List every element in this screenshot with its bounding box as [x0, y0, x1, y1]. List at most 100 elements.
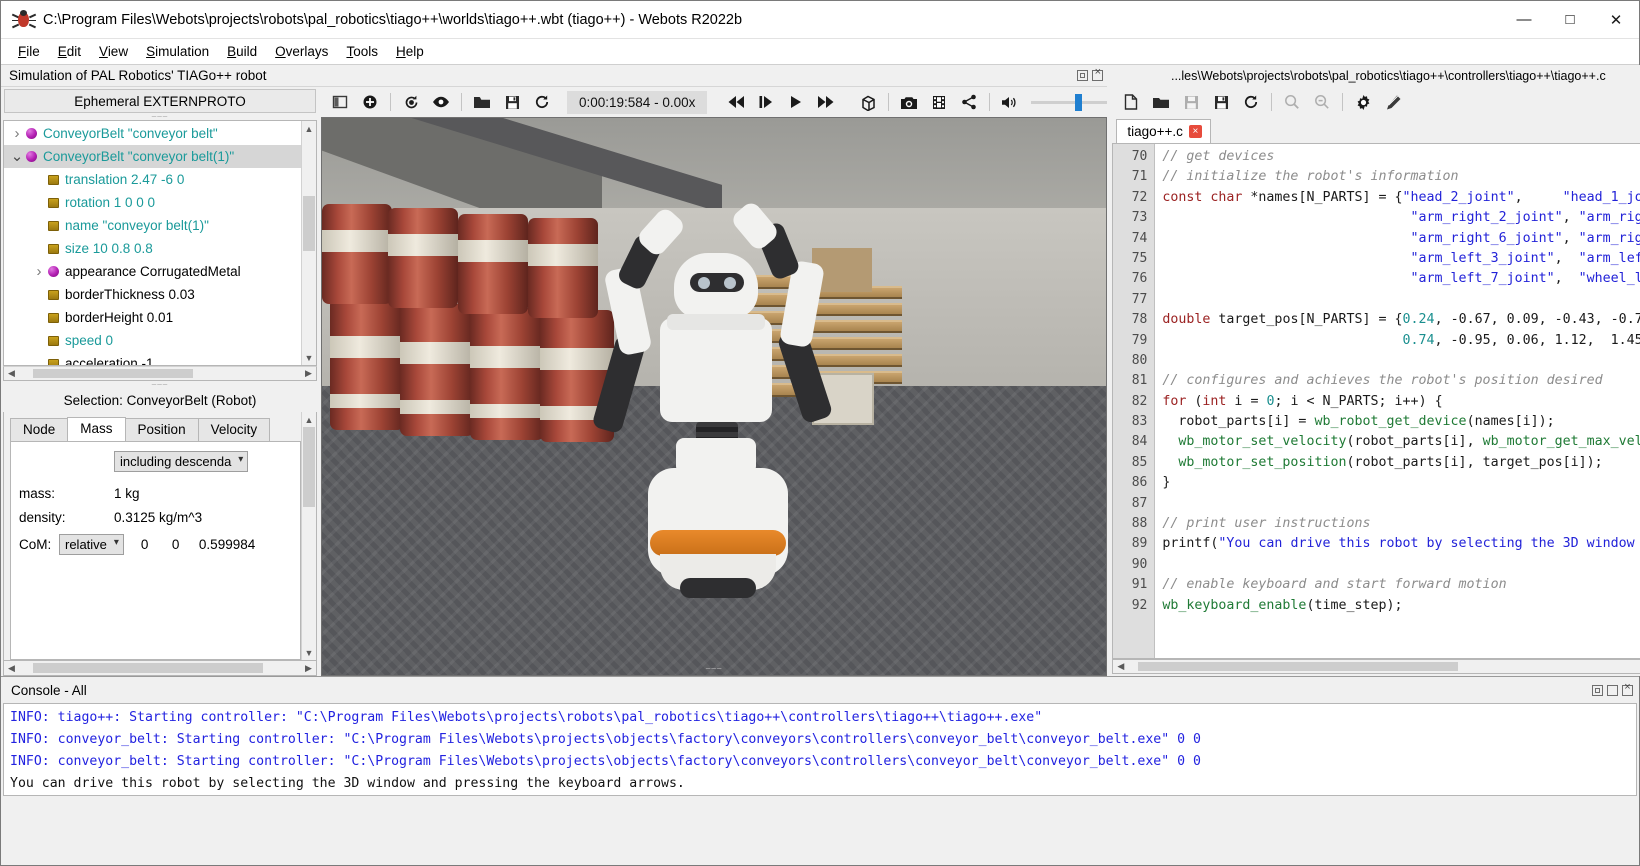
code-line[interactable]: const char *names[N_PARTS] = {"head_2_jo…: [1155, 188, 1640, 208]
selection-vscrollbar[interactable]: ▲ ▼: [301, 412, 316, 660]
code-line[interactable]: robot_parts[i] = wb_robot_get_device(nam…: [1155, 412, 1640, 432]
movie-icon[interactable]: [924, 89, 954, 115]
scroll-right-icon[interactable]: ▶: [301, 368, 316, 379]
undock-icon[interactable]: [1592, 684, 1603, 696]
viewport-grip[interactable]: ⎯⎯⎯: [706, 663, 723, 674]
settings-gear-icon[interactable]: [1348, 89, 1378, 115]
scroll-left-icon[interactable]: ◀: [1113, 661, 1128, 672]
code-line[interactable]: wb_motor_set_position(robot_parts[i], ta…: [1155, 453, 1640, 473]
code-line[interactable]: // configures and achieves the robot's p…: [1155, 371, 1640, 391]
scene-tree[interactable]: › ConveyorBelt "conveyor belt" ⌄ ConveyorBe…: [4, 121, 301, 365]
pencil-icon[interactable]: [1378, 89, 1408, 115]
add-node-icon[interactable]: [355, 89, 385, 115]
tree-row[interactable]: translation 2.47 -6 0: [4, 168, 301, 191]
close-panel-icon[interactable]: [1622, 682, 1633, 696]
code-line[interactable]: wb_keyboard_enable(time_step);: [1155, 596, 1640, 616]
new-file-icon[interactable]: [1116, 89, 1146, 115]
find-icon[interactable]: [1277, 89, 1307, 115]
scroll-left-icon[interactable]: ◀: [4, 663, 19, 674]
splitter-grip[interactable]: ⎯⎯⎯: [1, 379, 319, 389]
code-line[interactable]: [1155, 351, 1640, 371]
chevron-down-icon[interactable]: ⌄: [8, 149, 26, 164]
volume-slider[interactable]: [1031, 92, 1108, 112]
fast-forward-icon[interactable]: [811, 89, 841, 115]
panel-grip[interactable]: ⎯⎯⎯: [1, 111, 319, 121]
tree-row[interactable]: size 10 0.8 0.8: [4, 237, 301, 260]
tree-row[interactable]: › appearance CorrugatedMetal: [4, 260, 301, 283]
code-line[interactable]: // get devices: [1155, 147, 1640, 167]
menu-overlays[interactable]: Overlays: [266, 41, 337, 62]
menu-edit[interactable]: Edit: [49, 41, 90, 62]
scroll-up-icon[interactable]: ▲: [302, 121, 316, 136]
open-world-icon[interactable]: [467, 89, 497, 115]
screenshot-icon[interactable]: [894, 89, 924, 115]
tree-row[interactable]: ⌄ ConveyorBelt "conveyor belt(1)": [4, 145, 301, 168]
tab-position[interactable]: Position: [124, 418, 199, 441]
code-line[interactable]: printf("You can drive this robot by sele…: [1155, 534, 1640, 554]
tab-velocity[interactable]: Velocity: [197, 418, 271, 441]
console-output[interactable]: INFO: tiago++: Starting controller: "C:\…: [3, 703, 1637, 796]
scroll-right-icon[interactable]: ▶: [301, 663, 316, 674]
chevron-right-icon[interactable]: ›: [8, 125, 26, 142]
save-world-icon[interactable]: [497, 89, 527, 115]
code-line[interactable]: // print user instructions: [1155, 514, 1640, 534]
save-file-icon[interactable]: [1176, 89, 1206, 115]
code-line[interactable]: // initialize the robot's information: [1155, 167, 1640, 187]
close-button[interactable]: ✕: [1593, 1, 1639, 38]
tab-mass[interactable]: Mass: [67, 417, 126, 441]
view-eye-icon[interactable]: [426, 89, 456, 115]
save-all-icon[interactable]: [1206, 89, 1236, 115]
undock-icon[interactable]: [1077, 70, 1089, 81]
tree-row[interactable]: acceleration -1: [4, 352, 301, 365]
scroll-left-icon[interactable]: ◀: [4, 368, 19, 379]
tree-row[interactable]: borderThickness 0.03: [4, 283, 301, 306]
code-editor[interactable]: 70 71 72 73 74 75 76 77 78 79 80 81 82 83 84 85 86 87 88 89…: [1112, 143, 1640, 659]
revert-orientation-icon[interactable]: [396, 89, 426, 115]
minimize-button[interactable]: —: [1501, 1, 1547, 38]
chevron-right-icon[interactable]: ›: [30, 263, 48, 280]
code-content[interactable]: // get devices// initialize the robot's …: [1155, 144, 1640, 658]
code-line[interactable]: wb_motor_set_velocity(robot_parts[i], wb…: [1155, 432, 1640, 452]
code-line[interactable]: [1155, 555, 1640, 575]
code-line[interactable]: }: [1155, 473, 1640, 493]
tree-row[interactable]: name "conveyor belt(1)": [4, 214, 301, 237]
scroll-down-icon[interactable]: ▼: [302, 350, 316, 365]
code-line[interactable]: for (int i = 0; i < N_PARTS; i++) {: [1155, 392, 1640, 412]
menu-tools[interactable]: Tools: [337, 41, 387, 62]
code-line[interactable]: [1155, 494, 1640, 514]
code-line[interactable]: // enable keyboard and start forward mot…: [1155, 575, 1640, 595]
menu-help[interactable]: Help: [387, 41, 433, 62]
tab-close-icon[interactable]: ×: [1188, 125, 1202, 138]
editor-hscrollbar[interactable]: ◀ ▶: [1112, 659, 1640, 674]
code-line[interactable]: 0.74, -0.95, 0.06, 1.12, 1.45,: [1155, 331, 1640, 351]
sidebar-toggle-icon[interactable]: [325, 89, 355, 115]
selection-hscrollbar[interactable]: ◀ ▶: [3, 661, 317, 676]
scene-tree-hscrollbar[interactable]: ◀ ▶: [3, 366, 317, 381]
com-mode-select[interactable]: relative: [59, 534, 124, 555]
share-icon[interactable]: [954, 89, 984, 115]
tree-row[interactable]: borderHeight 0.01: [4, 306, 301, 329]
step-icon[interactable]: [751, 89, 781, 115]
3d-view-icon[interactable]: [853, 89, 883, 115]
code-line[interactable]: double target_pos[N_PARTS] = {0.24, -0.6…: [1155, 310, 1640, 330]
find-replace-icon[interactable]: [1307, 89, 1337, 115]
menu-build[interactable]: Build: [218, 41, 266, 62]
3d-viewport[interactable]: ⎯⎯⎯: [321, 117, 1108, 676]
reload-world-icon[interactable]: [527, 89, 557, 115]
reload-file-icon[interactable]: [1236, 89, 1266, 115]
maximize-panel-icon[interactable]: [1607, 684, 1618, 696]
play-icon[interactable]: [781, 89, 811, 115]
editor-tab-tiago[interactable]: tiago++.c ×: [1116, 119, 1211, 143]
code-line[interactable]: [1155, 290, 1640, 310]
code-line[interactable]: "arm_left_7_joint", "wheel_left: [1155, 269, 1640, 289]
scroll-down-icon[interactable]: ▼: [302, 645, 316, 660]
tree-row[interactable]: › ConveyorBelt "conveyor belt": [4, 122, 301, 145]
close-panel-icon[interactable]: [1092, 67, 1104, 81]
menu-simulation[interactable]: Simulation: [137, 41, 218, 62]
menu-view[interactable]: View: [90, 41, 137, 62]
maximize-button[interactable]: □: [1547, 1, 1593, 38]
tree-row[interactable]: speed 0: [4, 329, 301, 352]
sound-icon[interactable]: [995, 89, 1025, 115]
code-line[interactable]: "arm_right_2_joint", "arm_right_: [1155, 208, 1640, 228]
externproto-bar[interactable]: Ephemeral EXTERNPROTO: [4, 89, 316, 113]
